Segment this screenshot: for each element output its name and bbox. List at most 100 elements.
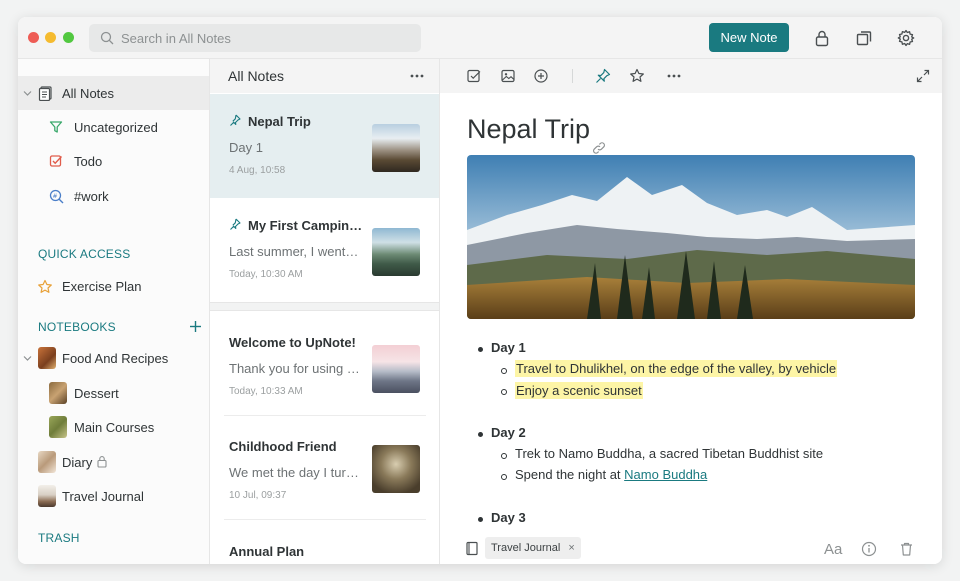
- sidebar-item-label: Exercise Plan: [62, 279, 142, 294]
- notebook-cover: [38, 451, 56, 473]
- star-icon: [38, 279, 52, 293]
- quick-access-heading: QUICK ACCESS: [38, 247, 131, 261]
- note-date: 10 Jul, 09:37: [229, 490, 287, 501]
- checkbox-icon[interactable]: [466, 68, 482, 84]
- namo-buddha-link[interactable]: Namo Buddha: [624, 467, 707, 482]
- window-copy-icon[interactable]: [854, 28, 874, 48]
- toolbar-divider: [572, 69, 573, 83]
- day-heading: Day 2: [491, 425, 526, 440]
- notes-icon: [38, 86, 52, 101]
- checklist-line: Trek to Namo Buddha, a sacred Tibetan Bu…: [515, 446, 824, 461]
- search-input[interactable]: Search in All Notes: [89, 24, 421, 52]
- sidebar-item-label: Uncategorized: [74, 120, 158, 135]
- notebook-main-courses[interactable]: Main Courses: [18, 410, 209, 444]
- info-icon[interactable]: [861, 541, 877, 557]
- sidebar-item-uncategorized[interactable]: Uncategorized: [18, 110, 209, 144]
- note-item-welcome[interactable]: Welcome to UpNote! Thank you for using U…: [210, 311, 439, 415]
- sidebar-item-label: Diary: [62, 455, 93, 470]
- search-icon: [100, 31, 114, 45]
- notebooks-heading: NOTEBOOKS: [38, 320, 116, 334]
- note-title-heading[interactable]: Nepal Trip: [467, 114, 590, 145]
- close-window-button[interactable]: [28, 32, 39, 43]
- note-date: Today, 10:30 AM: [229, 269, 303, 280]
- sub-bullet-dot: [501, 368, 507, 374]
- bullet-dot: [478, 347, 483, 352]
- note-thumbnail: [372, 228, 420, 276]
- checklist-line: Spend the night at Namo Buddha: [515, 467, 707, 482]
- note-title: My First Camping Trip: [248, 218, 364, 233]
- note-editor: Nepal Trip Day 1 Travel to Dhulikhel, on…: [440, 59, 942, 564]
- more-options-icon[interactable]: [666, 74, 682, 78]
- trash-item[interactable]: TRASH: [38, 531, 80, 545]
- notebook-icon[interactable]: [465, 541, 479, 556]
- bullet-dot: [478, 432, 483, 437]
- star-icon[interactable]: [629, 68, 645, 84]
- note-date: Today, 10:33 AM: [229, 386, 303, 397]
- note-item-annual-plan[interactable]: Annual Plan: [210, 519, 439, 564]
- pin-icon: [230, 114, 241, 126]
- day-heading: Day 1: [491, 340, 526, 355]
- pinned-divider: [210, 302, 439, 311]
- checkbox-icon: [49, 155, 63, 167]
- sidebar-item-label: Travel Journal: [62, 489, 144, 504]
- note-thumbnail: [372, 345, 420, 393]
- note-snippet: Thank you for using UpNote: [229, 361, 361, 376]
- tag-search-icon: #: [49, 189, 64, 204]
- pin-icon[interactable]: [595, 68, 611, 84]
- image-icon[interactable]: [500, 68, 516, 84]
- quick-access-item-exercise-plan[interactable]: Exercise Plan: [18, 269, 209, 303]
- font-style-button[interactable]: Aa: [824, 541, 842, 558]
- note-item-camping-trip[interactable]: My First Camping Trip Last summer, I wen…: [210, 198, 439, 302]
- note-title: Annual Plan: [229, 544, 305, 559]
- minimize-window-button[interactable]: [45, 32, 56, 43]
- editor-toolbar: [440, 59, 942, 93]
- expand-icon[interactable]: [916, 69, 930, 83]
- note-snippet: Day 1: [229, 140, 263, 155]
- sidebar: All Notes Uncategorized Todo # #work QUI…: [18, 59, 210, 564]
- app-window: Search in All Notes New Note All Notes U…: [18, 17, 942, 564]
- add-notebook-icon[interactable]: [189, 320, 202, 333]
- link-icon[interactable]: [592, 141, 606, 155]
- notebook-tag-label: Travel Journal: [491, 542, 561, 554]
- sidebar-item-label: Todo: [74, 154, 103, 169]
- new-note-button[interactable]: New Note: [709, 23, 789, 52]
- note-item-childhood-friend[interactable]: Childhood Friend We met the day I turned…: [210, 415, 439, 519]
- more-options-icon[interactable]: [410, 74, 424, 78]
- sidebar-item-work[interactable]: # #work: [18, 179, 209, 213]
- sidebar-item-label: #work: [74, 189, 109, 204]
- notebook-dessert[interactable]: Dessert: [18, 376, 209, 410]
- notebook-travel-journal[interactable]: Travel Journal: [18, 479, 209, 513]
- gear-icon[interactable]: [896, 28, 916, 48]
- notebook-cover: [49, 416, 67, 438]
- remove-tag-icon[interactable]: ×: [568, 542, 574, 554]
- notebook-food-and-recipes[interactable]: Food And Recipes: [18, 341, 209, 375]
- note-title: Nepal Trip: [248, 114, 311, 129]
- note-list: All Notes Nepal Trip Day 1 4 Aug, 10:58 …: [210, 59, 440, 564]
- search-placeholder: Search in All Notes: [121, 31, 231, 46]
- notebook-tag[interactable]: Travel Journal ×: [485, 537, 581, 559]
- sidebar-item-all-notes[interactable]: All Notes: [18, 76, 209, 110]
- bullet-dot: [478, 517, 483, 522]
- night-prefix: Spend the night at: [515, 467, 625, 482]
- notebook-diary[interactable]: Diary: [18, 445, 209, 479]
- chevron-down-icon[interactable]: [23, 354, 32, 363]
- note-item-nepal-trip[interactable]: Nepal Trip Day 1 4 Aug, 10:58: [210, 94, 439, 198]
- sub-bullet-dot: [501, 474, 507, 480]
- zoom-window-button[interactable]: [63, 32, 74, 43]
- sidebar-item-label: All Notes: [62, 86, 115, 101]
- checklist-line: Travel to Dhulikhel, on the edge of the …: [515, 360, 838, 377]
- add-circle-icon[interactable]: [533, 68, 549, 84]
- lock-icon[interactable]: [812, 28, 832, 48]
- lock-icon: [97, 456, 107, 468]
- pin-icon: [230, 218, 241, 230]
- title-bar: Search in All Notes New Note: [18, 17, 942, 59]
- sidebar-item-todo[interactable]: Todo: [18, 144, 209, 178]
- chevron-down-icon[interactable]: [23, 89, 32, 98]
- trash-icon[interactable]: [899, 541, 914, 557]
- notebook-cover: [38, 347, 56, 369]
- svg-text:#: #: [53, 193, 58, 200]
- note-list-header: All Notes: [210, 59, 439, 93]
- day-heading: Day 3: [491, 510, 526, 525]
- note-thumbnail: [372, 445, 420, 493]
- checklist-line: Enjoy a scenic sunset: [515, 382, 643, 399]
